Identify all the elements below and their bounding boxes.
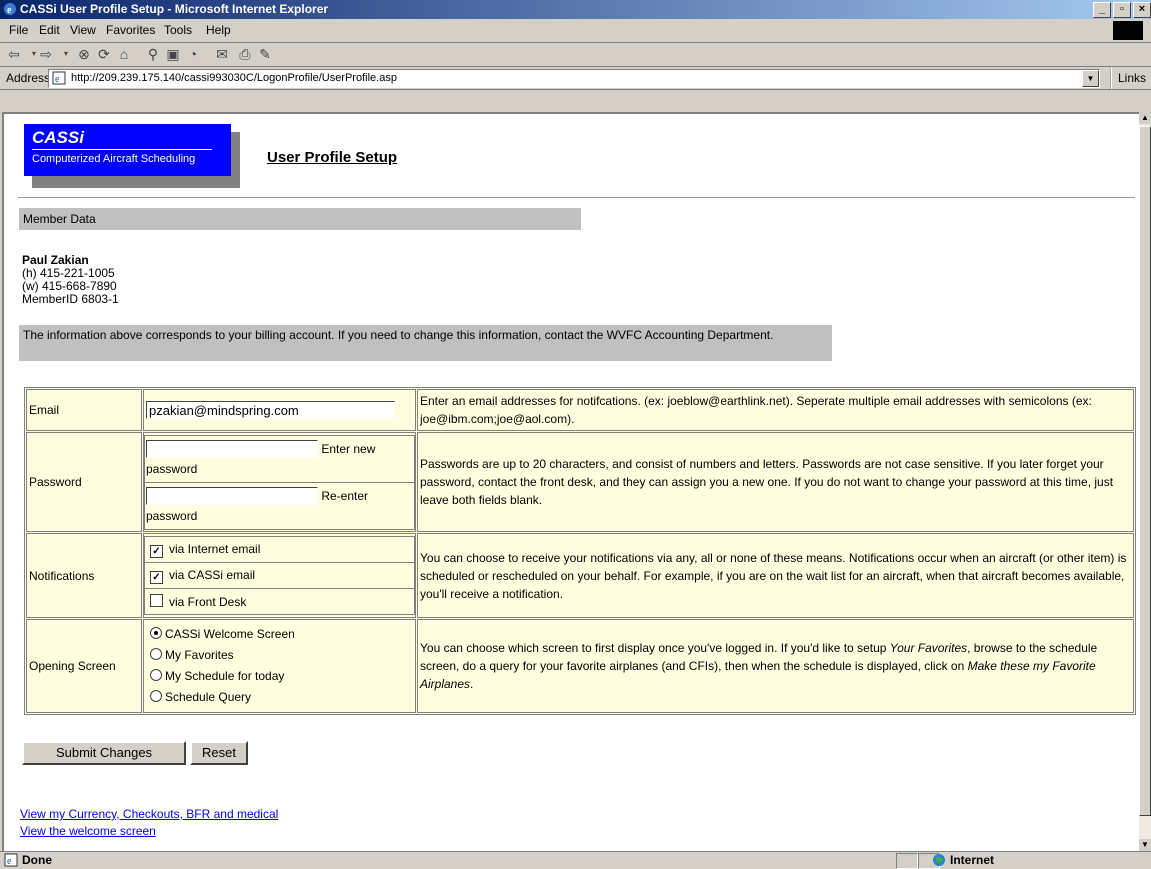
header-divider	[18, 197, 1135, 199]
address-bar: Address e http://209.239.175.140/cassi99…	[0, 67, 1151, 90]
refresh-icon[interactable]: ⟳	[96, 46, 112, 62]
opening-screen-label: Opening Screen	[26, 619, 142, 713]
reset-button[interactable]: Reset	[190, 741, 248, 765]
history-icon[interactable]: ◔	[185, 46, 201, 62]
member-id: MemberID 6803-1	[22, 292, 119, 306]
menu-file[interactable]: File	[9, 19, 28, 42]
page-done-icon: e	[4, 853, 18, 867]
opening-screen-row: Opening Screen CASSi Welcome Screen My F…	[26, 619, 1134, 713]
password-help: Passwords are up to 20 characters, and c…	[417, 432, 1134, 532]
internet-email-checkbox[interactable]: ✓	[150, 544, 163, 558]
cassi-logo: CASSi Computerized Aircraft Scheduling	[24, 124, 231, 176]
svg-text:e: e	[7, 856, 12, 867]
opening-screen-help: You can choose which screen to first dis…	[417, 619, 1134, 713]
maximize-button[interactable]: ▫	[1113, 2, 1131, 18]
submit-changes-button[interactable]: Submit Changes	[22, 741, 186, 765]
home-icon[interactable]: ⌂	[116, 46, 132, 62]
password-cell: Enter new password Re-enter password	[143, 432, 416, 532]
svg-text:e: e	[55, 74, 60, 85]
cassi-email-checkbox[interactable]: ✓	[150, 570, 163, 584]
windows-logo-icon	[1113, 21, 1143, 40]
mail-icon[interactable]: ✉	[214, 46, 230, 62]
logo-divider	[32, 149, 212, 150]
my-schedule-label: My Schedule for today	[165, 669, 285, 683]
back-icon[interactable]: ⇦	[6, 46, 22, 62]
window-title: CASSi User Profile Setup - Microsoft Int…	[20, 2, 329, 16]
my-favorites-label: My Favorites	[165, 648, 234, 662]
address-dropdown-icon[interactable]: ▼	[1082, 70, 1099, 87]
address-input[interactable]: e http://209.239.175.140/cassi993030C/Lo…	[48, 69, 1100, 88]
close-button[interactable]: ×	[1133, 2, 1151, 18]
email-help: Enter an email addresses for notifcation…	[417, 389, 1134, 431]
schedule-query-label: Schedule Query	[165, 690, 252, 704]
notifications-row: Notifications ✓ via Internet email ✓ via C…	[26, 533, 1134, 618]
page-title: User Profile Setup	[267, 149, 398, 166]
my-schedule-radio[interactable]	[150, 669, 162, 681]
zone-label: Internet	[950, 853, 995, 867]
profile-form: Email Enter an email addresses for notif…	[24, 387, 1136, 715]
cassi-email-label: via CASSi email	[169, 567, 256, 582]
scroll-down-icon[interactable]: ▼	[1139, 839, 1151, 851]
notifications-label: Notifications	[26, 533, 142, 618]
address-url: http://209.239.175.140/cassi993030C/Logo…	[71, 72, 397, 84]
new-password-input[interactable]	[146, 440, 318, 459]
menu-bar: File Edit View Favorites Tools Help	[0, 19, 1151, 43]
email-row: Email Enter an email addresses for notif…	[26, 389, 1134, 431]
email-input[interactable]	[146, 401, 395, 419]
globe-icon	[933, 854, 945, 866]
member-info: Paul Zakian (h) 415-221-1005 (w) 415-668…	[22, 254, 119, 306]
forward-dropdown-icon[interactable]: ▾	[58, 46, 74, 62]
security-zone: Internet	[933, 852, 995, 868]
print-icon[interactable]: ⎙	[237, 46, 253, 62]
my-favorites-radio[interactable]	[150, 648, 162, 660]
front-desk-checkbox[interactable]	[150, 594, 163, 607]
menu-help[interactable]: Help	[206, 19, 231, 42]
section-member-data: Member Data	[19, 208, 581, 230]
logo-subtitle: Computerized Aircraft Scheduling	[32, 153, 196, 165]
search-icon[interactable]: ⚲	[145, 46, 161, 62]
vertical-scrollbar[interactable]: ▲ ▼	[1139, 112, 1151, 851]
forward-icon[interactable]: ⇨	[38, 46, 54, 62]
toolbar: ⇦ ▾ ⇨ ▾ ⊗ ⟳ ⌂ ⚲ ▣ ◔ ✉ ⎙ ✎	[0, 42, 1151, 67]
favorites-icon[interactable]: ▣	[165, 46, 181, 62]
opening-help-e: .	[470, 677, 474, 691]
currency-link[interactable]: View my Currency, Checkouts, BFR and med…	[20, 807, 278, 821]
menu-favorites[interactable]: Favorites	[106, 19, 155, 42]
welcome-screen-radio[interactable]	[150, 627, 162, 639]
front-desk-label: via Front Desk	[169, 595, 247, 609]
minimize-button[interactable]: _	[1093, 2, 1111, 18]
status-bar: e Done Internet	[0, 851, 1151, 869]
scroll-thumb[interactable]	[1139, 126, 1151, 816]
opening-help-b: Your Favorites	[889, 641, 968, 655]
welcome-screen-label: CASSi Welcome Screen	[165, 627, 295, 641]
opening-help-a: You can choose which screen to first dis…	[420, 641, 890, 655]
opening-screen-cell: CASSi Welcome Screen My Favorites My Sch…	[143, 619, 416, 713]
status-text: Done	[22, 853, 52, 867]
notifications-help: You can choose to receive your notificat…	[417, 533, 1134, 618]
notifications-cell: ✓ via Internet email ✓ via CASSi email via…	[143, 533, 416, 618]
billing-note: The information above corresponds to you…	[19, 325, 832, 361]
edit-icon[interactable]: ✎	[257, 46, 273, 62]
ie-logo-icon: e	[4, 3, 16, 16]
address-label: Address	[6, 71, 51, 85]
page-viewport: CASSi Computerized Aircraft Scheduling U…	[2, 112, 1139, 851]
password-row: Password Enter new password Re-enter pas…	[26, 432, 1134, 532]
password-label: Password	[26, 432, 142, 532]
menu-tools[interactable]: Tools	[164, 19, 192, 42]
internet-email-label: via Internet email	[169, 541, 261, 556]
reenter-password-input[interactable]	[146, 487, 318, 506]
menu-view[interactable]: View	[70, 19, 96, 42]
links-button[interactable]: Links	[1110, 67, 1146, 89]
title-bar: e CASSi User Profile Setup - Microsoft I…	[0, 0, 1151, 19]
stop-icon[interactable]: ⊗	[76, 46, 92, 62]
svg-text:e: e	[7, 5, 12, 16]
page-icon: e	[52, 71, 66, 85]
schedule-query-radio[interactable]	[150, 690, 162, 702]
menu-edit[interactable]: Edit	[39, 19, 60, 42]
email-label: Email	[26, 389, 142, 431]
email-cell	[143, 389, 416, 431]
logo-title: CASSi	[32, 128, 84, 147]
scroll-up-icon[interactable]: ▲	[1139, 112, 1151, 124]
welcome-screen-link[interactable]: View the welcome screen	[20, 824, 156, 838]
